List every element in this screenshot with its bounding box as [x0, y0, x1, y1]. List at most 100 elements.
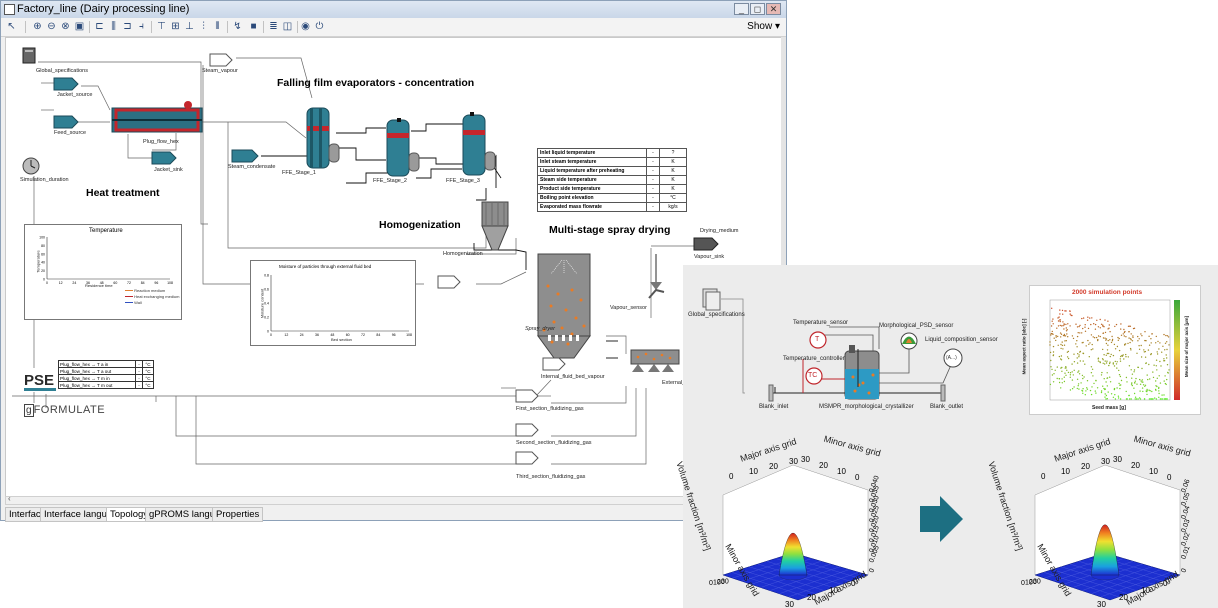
scatter-point	[1100, 390, 1103, 392]
label-sim-duration[interactable]: Simulation_duration	[20, 177, 69, 183]
surface-plot-right[interactable]: 0 10 20 30 30 20 10 0 0.06 0.05 0.04 0.03 0.02 0.01 0 0…	[986, 434, 1210, 608]
label-jacket-sink[interactable]: Jacket_sink	[154, 167, 183, 173]
param-value[interactable]: -	[646, 184, 660, 194]
param-value[interactable]: -	[646, 148, 660, 158]
restore-button[interactable]: ◻	[750, 3, 765, 15]
label-ffe2[interactable]: FFE_Stage_2	[373, 178, 407, 184]
cr-psd-sensor[interactable]: Morphological_PSD_sensor	[879, 323, 953, 329]
scroll-left-icon[interactable]: ‹	[8, 494, 11, 503]
legend-wall: Wall	[125, 300, 142, 305]
scatter-point	[1136, 352, 1138, 354]
label-second-gas[interactable]: Second_section_fluidizing_gas	[516, 440, 592, 446]
cr-temp-controller[interactable]: Temperature_controller	[783, 356, 845, 362]
zoom-fit-icon[interactable]: ▣	[73, 20, 86, 33]
tab-properties[interactable]: Properties	[212, 507, 264, 522]
scatter-point	[1060, 343, 1062, 346]
cr-blank-outlet[interactable]: Blank_outlet	[930, 404, 963, 410]
scatter-point	[1061, 344, 1064, 347]
align-top-icon[interactable]: ⊤	[155, 20, 168, 33]
connector-icon[interactable]: ↯	[231, 20, 244, 33]
sensor-value[interactable]: -	[135, 367, 143, 375]
label-steam-vapour[interactable]: Steam_vapour	[202, 68, 238, 74]
scatter-point	[1106, 377, 1109, 379]
label-spray-dryer[interactable]: Spray_dryer	[525, 326, 555, 332]
align-left-icon[interactable]: ⊏	[93, 20, 106, 33]
scatter-point	[1139, 398, 1142, 400]
scatter-point	[1105, 342, 1108, 345]
minimize-button[interactable]: _	[734, 3, 749, 15]
zoom-out-icon[interactable]: ⊖	[45, 20, 58, 33]
close-button[interactable]: ✕	[766, 3, 781, 15]
align-vert-icon[interactable]: ⫞	[135, 20, 148, 33]
pointer-icon[interactable]: ↖	[5, 20, 18, 33]
cr-temp-sensor[interactable]: Temperature_sensor	[793, 320, 848, 326]
align-middle-icon[interactable]: ⊞	[169, 20, 182, 33]
scatter-point	[1077, 353, 1079, 355]
surface-tick-bot-a: 30	[721, 579, 729, 586]
surface-plot-left[interactable]: 0 10 20 30 30 20 10 0 0.040 0.035 0.030 0.025 0.020 0…	[674, 434, 898, 608]
sensor-value[interactable]: -	[135, 360, 143, 368]
temp-xtick: 24	[72, 281, 76, 285]
power-icon[interactable]: ⏻	[313, 20, 326, 33]
scatter-point	[1059, 309, 1061, 311]
label-global-specs[interactable]: Global_specifications	[36, 68, 88, 74]
label-vapour-sensor[interactable]: Vapour_sensor	[610, 305, 647, 311]
scatter-point	[1076, 362, 1079, 364]
flowsheet-canvas[interactable]: Falling film evaporators - concentration…	[5, 37, 783, 497]
stop-icon[interactable]: ■	[247, 20, 260, 33]
sensor-value[interactable]: -	[135, 381, 143, 389]
label-ffe3[interactable]: FFE_Stage_3	[446, 178, 480, 184]
scatter-point	[1116, 367, 1118, 369]
scatter-point	[1119, 375, 1122, 378]
sensor-value[interactable]: -	[135, 374, 143, 382]
param-value[interactable]: -	[646, 157, 660, 167]
cr-global-specs[interactable]: Global_specifications	[688, 312, 745, 318]
label-vapour-sink[interactable]: Vapour_sink	[694, 254, 724, 260]
scatter-point	[1060, 355, 1063, 357]
scatter-point	[1137, 398, 1139, 400]
scatter-point	[1149, 390, 1151, 392]
cr-liq-sensor[interactable]: Liquid_composition_sensor	[925, 337, 998, 343]
param-value[interactable]: -	[646, 166, 660, 176]
scatter-point	[1137, 335, 1139, 338]
scatter-point	[1097, 338, 1099, 341]
list-icon[interactable]: ≣	[267, 20, 280, 33]
surface-tick-top2: 10	[837, 467, 846, 476]
label-feed-source[interactable]: Feed_source	[54, 130, 86, 136]
distribute-icon[interactable]: ⫶	[197, 20, 210, 33]
label-ffe1[interactable]: FFE_Stage_1	[282, 170, 316, 176]
label-drying-medium[interactable]: Drying_medium	[700, 228, 739, 234]
moist-xtick: 12	[284, 333, 288, 337]
scatter-point	[1141, 381, 1143, 383]
align-center-icon[interactable]: ⫼	[107, 20, 120, 33]
distribute-h-icon[interactable]: ⫴	[211, 20, 224, 33]
scatter-point	[1115, 363, 1118, 365]
param-value[interactable]: -	[646, 193, 660, 203]
label-jacket-source[interactable]: Jacket_source	[57, 92, 92, 98]
label-steam-condensate[interactable]: Steam_condensate	[228, 164, 275, 170]
align-right-icon[interactable]: ⊐	[121, 20, 134, 33]
horizontal-scrollbar[interactable]: ‹	[5, 494, 781, 505]
cr-crystallizer[interactable]: MSMPR_morphological_crystallizer	[819, 404, 914, 410]
moisture-plot[interactable]: Moisture of particles through external f…	[250, 260, 416, 346]
param-value[interactable]: -	[646, 175, 660, 185]
label-third-gas[interactable]: Third_section_fluidizing_gas	[516, 474, 585, 480]
param-value[interactable]: -	[646, 202, 660, 212]
zoom-in-icon[interactable]: ⊕	[31, 20, 44, 33]
label-plug-flow[interactable]: Plug_flow_hex	[143, 139, 179, 145]
globe-icon[interactable]: ◉	[299, 20, 312, 33]
scatter-point	[1129, 325, 1131, 327]
label-internal-bed[interactable]: Internal_fluid_bed_vapour	[541, 374, 605, 380]
label-homogenization[interactable]: Homogenization	[443, 251, 483, 257]
show-menu[interactable]: Show ▾	[747, 21, 780, 32]
scatter-point	[1117, 397, 1120, 399]
temperature-plot[interactable]: Temperature 100 80 60 40 20 0 0 12 24 36 48 60 72 84 9…	[24, 224, 182, 320]
align-bottom-icon[interactable]: ⊥	[183, 20, 196, 33]
zoom-area-icon[interactable]: ⊗	[59, 20, 72, 33]
cr-blank-inlet[interactable]: Blank_inlet	[759, 404, 788, 410]
scatter-point	[1158, 396, 1160, 398]
window-view-icon[interactable]: ◫	[281, 20, 294, 33]
scatter-point	[1132, 336, 1134, 339]
label-first-gas[interactable]: First_section_fluidizing_gas	[516, 406, 584, 412]
scatter-plot[interactable]: 2000 simulation points Seed mass [g] Mea…	[1021, 285, 1201, 415]
